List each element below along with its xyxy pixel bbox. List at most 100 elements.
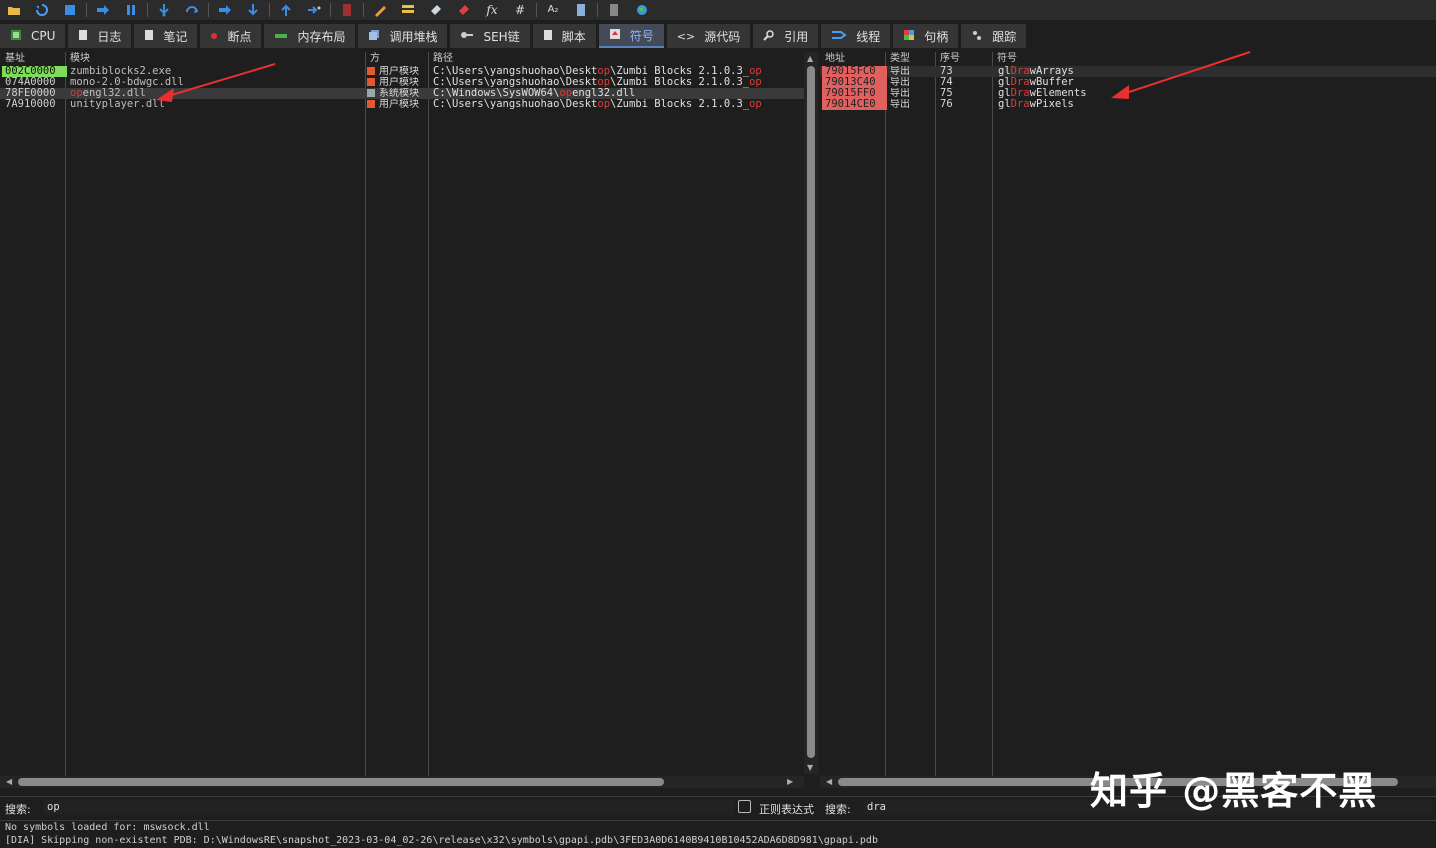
search-match: op [70,88,83,99]
tab-threads[interactable]: 线程 [821,24,891,48]
column-header-module[interactable]: 模块 [65,52,365,64]
pause-icon[interactable] [122,2,140,18]
modules-vertical-scrollbar[interactable]: ▲ ▼ [804,52,818,774]
scroll-left-icon[interactable]: ◀ [6,777,12,786]
module-name-text: unityplayer.dll [70,99,165,110]
user-module-icon [367,100,375,108]
calc-icon[interactable] [605,2,623,18]
toolbar-separator [536,3,537,17]
regex-label: 正则表达式 [759,803,814,816]
run-to-user-code-icon[interactable] [305,2,323,18]
symbol-row[interactable]: 79014CE0 导出 76 glDrawPixels [820,99,1436,110]
step-into-icon[interactable] [155,2,173,18]
watermark: 知乎 @黑客不黑 [1090,769,1378,813]
module-name-text: zumbiblocks2.exe [70,66,172,77]
tab-source[interactable]: <> 源代码 [666,24,751,48]
module-name: unityplayer.dll [70,99,363,110]
column-header-symbol[interactable]: 符号 [992,52,1292,64]
notes-icon [144,29,154,44]
column-divider [885,52,886,776]
memory-map-icon [274,30,288,43]
tab-trace[interactable]: 跟踪 [961,24,1027,48]
record-icon[interactable] [338,2,356,18]
trace-over-icon[interactable] [244,2,262,18]
regex-checkbox[interactable] [738,800,751,813]
module-row[interactable]: 002C0000 zumbiblocks2.exe 用户模块 C:\Users\yan… [0,66,804,77]
globe-icon[interactable] [633,2,651,18]
scroll-right-icon[interactable]: ▶ [787,777,793,786]
module-name: zumbiblocks2.exe [70,66,363,77]
hide-icon[interactable] [572,2,590,18]
trace-into-icon[interactable] [216,2,234,18]
module-path: C:\Users\yangshuohao\Desktop\Zumbi Block… [433,99,801,110]
column-header-path[interactable]: 路径 [428,52,804,64]
step-over-icon[interactable] [183,2,201,18]
tab-handles[interactable]: 句柄 [893,24,959,48]
tab-memory-map[interactable]: 内存布局 [264,24,356,48]
patch-icon[interactable] [371,2,389,18]
tab-call-stack[interactable]: 调用堆栈 [358,24,448,48]
column-header-ordinal[interactable]: 序号 [935,52,992,64]
tab-seh[interactable]: SEH链 [450,24,530,48]
column-divider [365,52,366,776]
symbol-text: gl [998,99,1011,110]
module-search-input[interactable]: op [44,800,734,815]
log-output: No symbols loaded for: mswsock.dll [DIA]… [0,820,1436,848]
restart-icon[interactable] [33,2,51,18]
log-icon [78,29,88,44]
module-name-text: engl32.dll [82,88,146,99]
tab-label: 符号 [629,28,654,43]
module-row[interactable]: 7A910000 unityplayer.dll 用户模块 C:\Users\yang… [0,99,804,110]
module-row[interactable]: 074A0000 mono-2.0-bdwgc.dll 用户模块 C:\Users\y… [0,77,804,88]
system-module-icon [367,89,375,97]
module-name-text: mono-2.0-bdwgc.dll [70,77,184,88]
column-header-base[interactable]: 基址 [0,52,65,64]
comment-icon[interactable] [399,2,417,18]
tab-script[interactable]: 脚本 [532,24,596,48]
tab-log[interactable]: 日志 [68,24,132,48]
column-header-address[interactable]: 地址 [820,52,885,64]
stop-icon[interactable] [61,2,79,18]
open-icon[interactable] [5,2,23,18]
toolbar: fx # A₂ [0,0,1436,20]
source-icon: <> [676,29,696,43]
modules-horizontal-scrollbar[interactable]: ◀ ▶ [0,776,804,788]
symbol-row[interactable]: 79015FC0 导出 73 glDrawArrays [820,66,1436,77]
symbol-name: glDrawArrays [998,66,1298,77]
symbol-ordinal: 73 [940,66,953,77]
column-header-type[interactable]: 类型 [885,52,935,64]
path-text: \Zumbi Blocks 2.1.0.3_ [610,66,750,77]
path-text: C:\Users\yangshuohao\Deskt [433,66,598,77]
column-header-party[interactable]: 方 [365,52,428,64]
symbol-text: gl [998,77,1011,88]
cpu-icon [10,29,22,44]
scroll-left-icon[interactable]: ◀ [826,777,832,786]
column-divider [65,52,66,776]
tab-breakpoint[interactable]: 断点 [200,24,262,48]
execute-till-return-icon[interactable] [277,2,295,18]
label-icon[interactable] [427,2,445,18]
run-icon[interactable] [94,2,112,18]
module-party: 用户模块 [367,66,427,77]
tab-symbols[interactable]: 符号 [598,24,664,48]
user-module-icon [367,78,375,86]
symbol-text: wElements [1029,88,1087,99]
symbol-address: 79015FF0 [822,88,887,99]
module-party-text: 用户模块 [379,99,419,110]
module-base: 074A0000 [5,77,56,88]
hash-icon[interactable]: # [511,2,529,18]
module-row[interactable]: 78FE0000 opengl32.dll 系统模块 C:\Windows\SysWO… [0,88,804,99]
font-icon[interactable]: A₂ [544,2,562,18]
symbol-type: 导出 [890,99,910,110]
function-icon[interactable]: fx [483,2,501,18]
scrollbar-thumb[interactable] [807,66,815,758]
symbol-row[interactable]: 79015FF0 导出 75 glDrawElements [820,88,1436,99]
symbol-row[interactable]: 79013C40 导出 74 glDrawBuffer [820,77,1436,88]
scrollbar-thumb[interactable] [18,778,664,786]
scroll-down-icon[interactable]: ▼ [807,763,813,772]
bookmark-icon[interactable] [455,2,473,18]
tab-cpu[interactable]: CPU [0,24,66,48]
tab-notes[interactable]: 笔记 [134,24,198,48]
tab-references[interactable]: 引用 [753,24,819,48]
scroll-up-icon[interactable]: ▲ [807,54,813,63]
